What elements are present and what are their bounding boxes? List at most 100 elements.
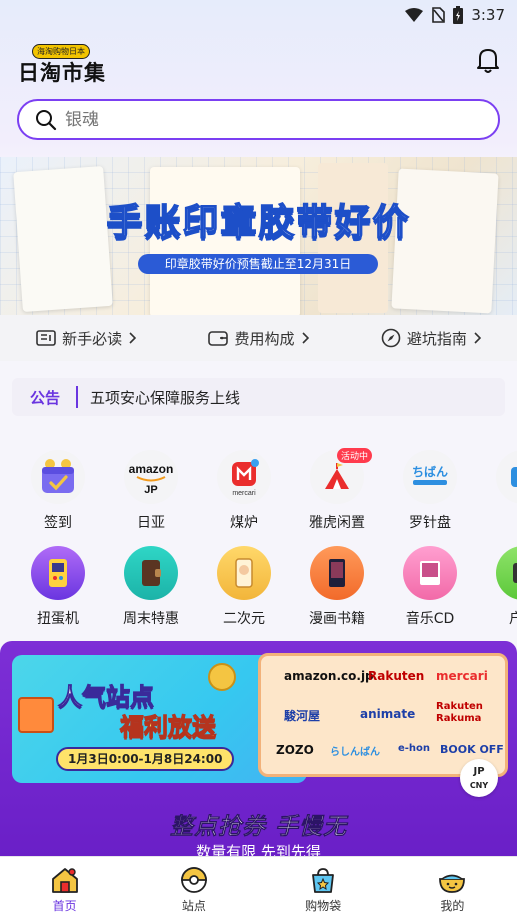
battery-icon — [453, 6, 464, 24]
document-icon — [36, 330, 56, 346]
brand-logo: amazon.co.jp — [284, 669, 374, 683]
svg-text:ちばん: ちばん — [412, 464, 448, 479]
chevron-right-icon — [474, 332, 481, 344]
compass-icon — [381, 328, 401, 348]
search-icon — [36, 109, 57, 130]
brand-logo: Rakuten — [368, 669, 425, 683]
category-label: 签到 — [44, 515, 72, 531]
category-label: 户外 — [509, 611, 517, 627]
coin-icon — [208, 663, 236, 691]
brand-logo: 駿河屋 — [284, 709, 321, 723]
notice-divider — [76, 386, 79, 408]
quick-link-guide[interactable]: 避坑指南 — [381, 328, 481, 349]
quick-link-label: 新手必读 — [62, 329, 123, 348]
sim-icon — [432, 7, 446, 23]
promo-title: 整点抢券 手慢无 — [169, 814, 347, 841]
brand-logo: animate — [360, 707, 416, 721]
profile-bowl-icon — [437, 865, 467, 895]
shopping-bag-icon — [308, 865, 338, 895]
quick-link-beginner[interactable]: 新手必读 — [36, 328, 137, 349]
category-label: 周末特惠 — [123, 611, 179, 627]
status-bar: 3:37 — [0, 0, 517, 30]
amazon-logo-icon: amazon JP — [124, 450, 178, 504]
promo-date-range: 1月3日0:00-1月8日24:00 — [56, 747, 235, 771]
tab-label: 站点 — [181, 899, 206, 913]
banner-subtitle: 印章胶带好价预售截止至12月31日 — [138, 254, 378, 274]
quick-link-fees[interactable]: 费用构成 — [208, 328, 309, 349]
bell-icon[interactable] — [475, 46, 501, 74]
logo-text: 日淘市集 — [18, 61, 106, 85]
tab-profile[interactable]: 我的 — [417, 865, 487, 914]
chevron-right-icon — [301, 332, 309, 344]
category-anime[interactable]: 二次元 — [204, 546, 284, 628]
tab-home[interactable]: 首页 — [30, 865, 100, 914]
promo-banner[interactable]: 人气站点 福利放送 1月3日0:00-1月8日24:00 amazon.co.j… — [0, 641, 517, 857]
category-random[interactable]: 随 — [483, 450, 517, 532]
banner-title: 手账印章胶带好价 — [106, 201, 411, 244]
currency-bottom: CNY — [469, 781, 489, 790]
category-label: 扭蛋机 — [37, 611, 79, 627]
category-mercari[interactable]: mercari 煤炉 — [204, 450, 284, 532]
tab-label: 购物袋 — [305, 899, 342, 913]
brand-logo: e-hon — [398, 743, 431, 754]
brand-logo: BOOK OFF — [440, 743, 504, 756]
tab-cart[interactable]: 购物袋 — [288, 865, 358, 914]
calendar-check-icon — [31, 450, 85, 504]
category-grid: 签到 amazon JP 日亚 mercari 煤炉 活动中 雅虎闲置 ちばん — [0, 448, 517, 634]
category-label: 音乐CD — [405, 611, 455, 627]
category-checkin[interactable]: 签到 — [18, 450, 98, 532]
category-weekend[interactable]: 周末特惠 — [111, 546, 191, 628]
notice-bar[interactable]: 公告 五项安心保障服务上线 — [12, 378, 505, 416]
brand-logo: Rakuten Rakuma — [436, 701, 483, 724]
tab-label: 首页 — [52, 899, 77, 913]
search-input[interactable] — [65, 109, 465, 130]
tab-label: 我的 — [440, 899, 465, 913]
quick-link-label: 避坑指南 — [406, 329, 467, 348]
manga-book-icon — [310, 546, 364, 600]
category-label: 罗针盘 — [409, 515, 451, 531]
arcade-machine-icon — [31, 546, 85, 600]
currency-toggle-button[interactable]: JP CNY — [460, 759, 498, 797]
outdoor-icon — [496, 546, 517, 600]
tab-sites[interactable]: 站点 — [159, 865, 229, 914]
app-logo: 海淘购物日本 日淘市集 — [18, 44, 105, 85]
header: 海淘购物日本 日淘市集 — [0, 40, 517, 90]
category-outdoor[interactable]: 户外 — [483, 546, 517, 628]
app-screen: 3:37 海淘购物日本 日淘市集 手账印章胶带好价 印章胶带好价预售截止至12月… — [0, 0, 517, 919]
category-label: 雅虎闲置 — [309, 515, 365, 531]
music-cd-icon — [403, 546, 457, 600]
notice-tag: 公告 — [30, 388, 61, 407]
category-gacha[interactable]: 扭蛋机 — [18, 546, 98, 628]
quick-link-label: 费用构成 — [234, 329, 295, 348]
category-label: 煤炉 — [230, 515, 258, 531]
category-label: 随 — [483, 512, 517, 532]
currency-top: JP — [473, 766, 485, 777]
svg-text:mercari: mercari — [232, 490, 256, 497]
category-yahoo[interactable]: 活动中 雅虎闲置 — [297, 448, 377, 532]
promo-headline-2: 福利放送 — [120, 713, 217, 742]
category-amazon-jp[interactable]: amazon JP 日亚 — [111, 450, 191, 532]
promo-subtitle: 数量有限 先到先得 — [196, 843, 321, 857]
activity-badge: 活动中 — [336, 448, 372, 463]
category-label: 日亚 — [137, 515, 165, 531]
hero-banner[interactable]: 手账印章胶带好价 印章胶带好价预售截止至12月31日 — [0, 157, 517, 315]
category-label: 二次元 — [223, 611, 265, 627]
mercari-logo-icon: mercari — [217, 450, 271, 504]
category-compass[interactable]: ちばん 罗针盘 — [390, 450, 470, 532]
category-music-cd[interactable]: 音乐CD — [390, 546, 470, 628]
brand-logo: ZOZO — [276, 743, 314, 757]
compass-logo-icon: ちばん — [403, 450, 457, 504]
amazon-sub-label: JP — [144, 484, 157, 496]
wifi-icon — [405, 8, 424, 22]
anime-figure-icon — [217, 546, 271, 600]
category-manga[interactable]: 漫画书籍 — [297, 546, 377, 628]
brand-logo: らしんばん — [330, 747, 380, 758]
brand-logo: mercari — [436, 669, 488, 683]
search-bar[interactable] — [17, 99, 500, 140]
home-icon — [50, 865, 80, 895]
bottom-tab-bar: 首页 站点 购物袋 我的 — [0, 856, 517, 919]
circus-tent-icon: 活动中 — [310, 448, 372, 504]
status-time: 3:37 — [471, 6, 505, 24]
category-label: 漫画书籍 — [309, 611, 365, 627]
wallet-icon — [208, 331, 229, 346]
